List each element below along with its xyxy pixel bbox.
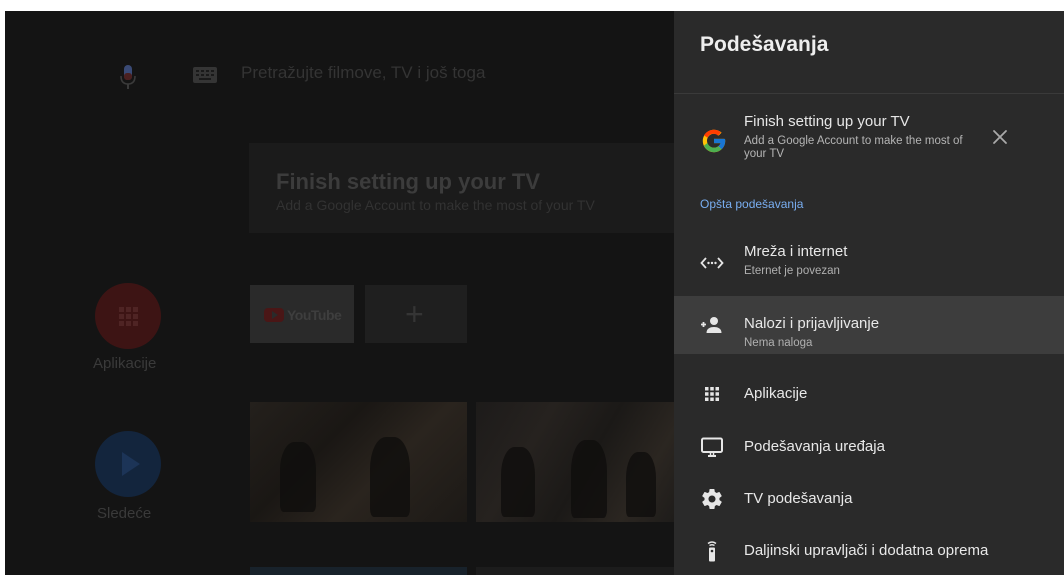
thumbnail-figure [626, 452, 656, 517]
video-thumbnail[interactable] [250, 402, 467, 522]
settings-item-remotes[interactable]: Daljinski upravljači i dodatna oprema [674, 525, 1064, 575]
youtube-play-icon [264, 308, 284, 322]
tv-monitor-icon [701, 437, 723, 457]
microphone-icon[interactable] [119, 63, 137, 93]
play-next-button[interactable] [95, 431, 161, 497]
item-title: Podešavanja uređaja [744, 438, 885, 455]
item-subtitle: Nema naloga [744, 337, 813, 349]
google-logo-icon [702, 129, 726, 153]
settings-item-accounts[interactable]: Nalozi i prijavljivanje Nema naloga [674, 296, 1064, 354]
thumbnail-figure [571, 440, 607, 518]
home-screen-dimmed: Pretražujte filmove, TV i još toga Finis… [5, 11, 674, 575]
item-title: TV podešavanja [744, 490, 853, 507]
plus-icon: + [405, 296, 424, 332]
close-icon[interactable] [990, 127, 1010, 147]
apps-button[interactable] [95, 283, 161, 349]
settings-item-device[interactable]: Podešavanja uređaja [674, 421, 1064, 473]
network-icon [700, 257, 724, 269]
youtube-app-tile[interactable]: YouTube [250, 285, 354, 343]
settings-item-tv[interactable]: TV podešavanja [674, 473, 1064, 525]
apps-grid-icon [705, 387, 719, 401]
play-icon [122, 452, 140, 476]
promo-title: Finish setting up your TV [276, 169, 540, 194]
item-title: Mreža i internet [744, 243, 848, 260]
apps-label: Aplikacije [93, 355, 157, 372]
keyboard-icon[interactable] [193, 67, 217, 83]
add-app-tile[interactable]: + [365, 285, 467, 343]
item-subtitle: Eternet je povezan [744, 265, 840, 277]
tv-screen: Pretražujte filmove, TV i još toga Finis… [5, 11, 1064, 575]
next-label: Sledeće [97, 505, 152, 522]
settings-item-network[interactable]: Mreža i internet Eternet je povezan [674, 237, 1064, 289]
settings-item-apps[interactable]: Aplikacije [674, 368, 1064, 420]
row-preview-strip [476, 567, 674, 575]
item-title: Daljinski upravljači i dodatna oprema [744, 542, 989, 559]
setup-description: Add a Google Account to make the most of… [744, 135, 963, 160]
item-title: Aplikacije [744, 385, 808, 402]
promo-subtitle: Add a Google Account to make the most of… [276, 197, 595, 213]
youtube-wordmark: YouTube [287, 307, 342, 323]
add-account-icon [701, 317, 722, 333]
search-placeholder[interactable]: Pretražujte filmove, TV i još toga [241, 63, 485, 83]
gear-icon [702, 489, 722, 510]
section-general-settings: Opšta podešavanja [700, 197, 804, 211]
panel-title: Podešavanja [700, 33, 829, 56]
setup-promo-card[interactable]: Finish setting up your TV Add a Google A… [249, 143, 674, 233]
settings-panel: Podešavanja Finish setting up your TV Ad… [674, 11, 1064, 575]
thumbnail-figure [370, 437, 410, 517]
thumbnail-figure [280, 442, 316, 512]
remote-icon [707, 541, 717, 562]
video-thumbnail[interactable] [476, 402, 674, 522]
youtube-logo: YouTube [264, 307, 342, 323]
thumbnail-figure [501, 447, 535, 517]
divider [674, 93, 1064, 94]
setup-card[interactable]: Finish setting up your TV Add a Google A… [674, 107, 1064, 171]
item-title: Nalozi i prijavljivanje [744, 315, 880, 332]
row-preview-strip [250, 567, 467, 575]
apps-grid-icon [119, 307, 138, 326]
setup-title: Finish setting up your TV [744, 113, 910, 130]
